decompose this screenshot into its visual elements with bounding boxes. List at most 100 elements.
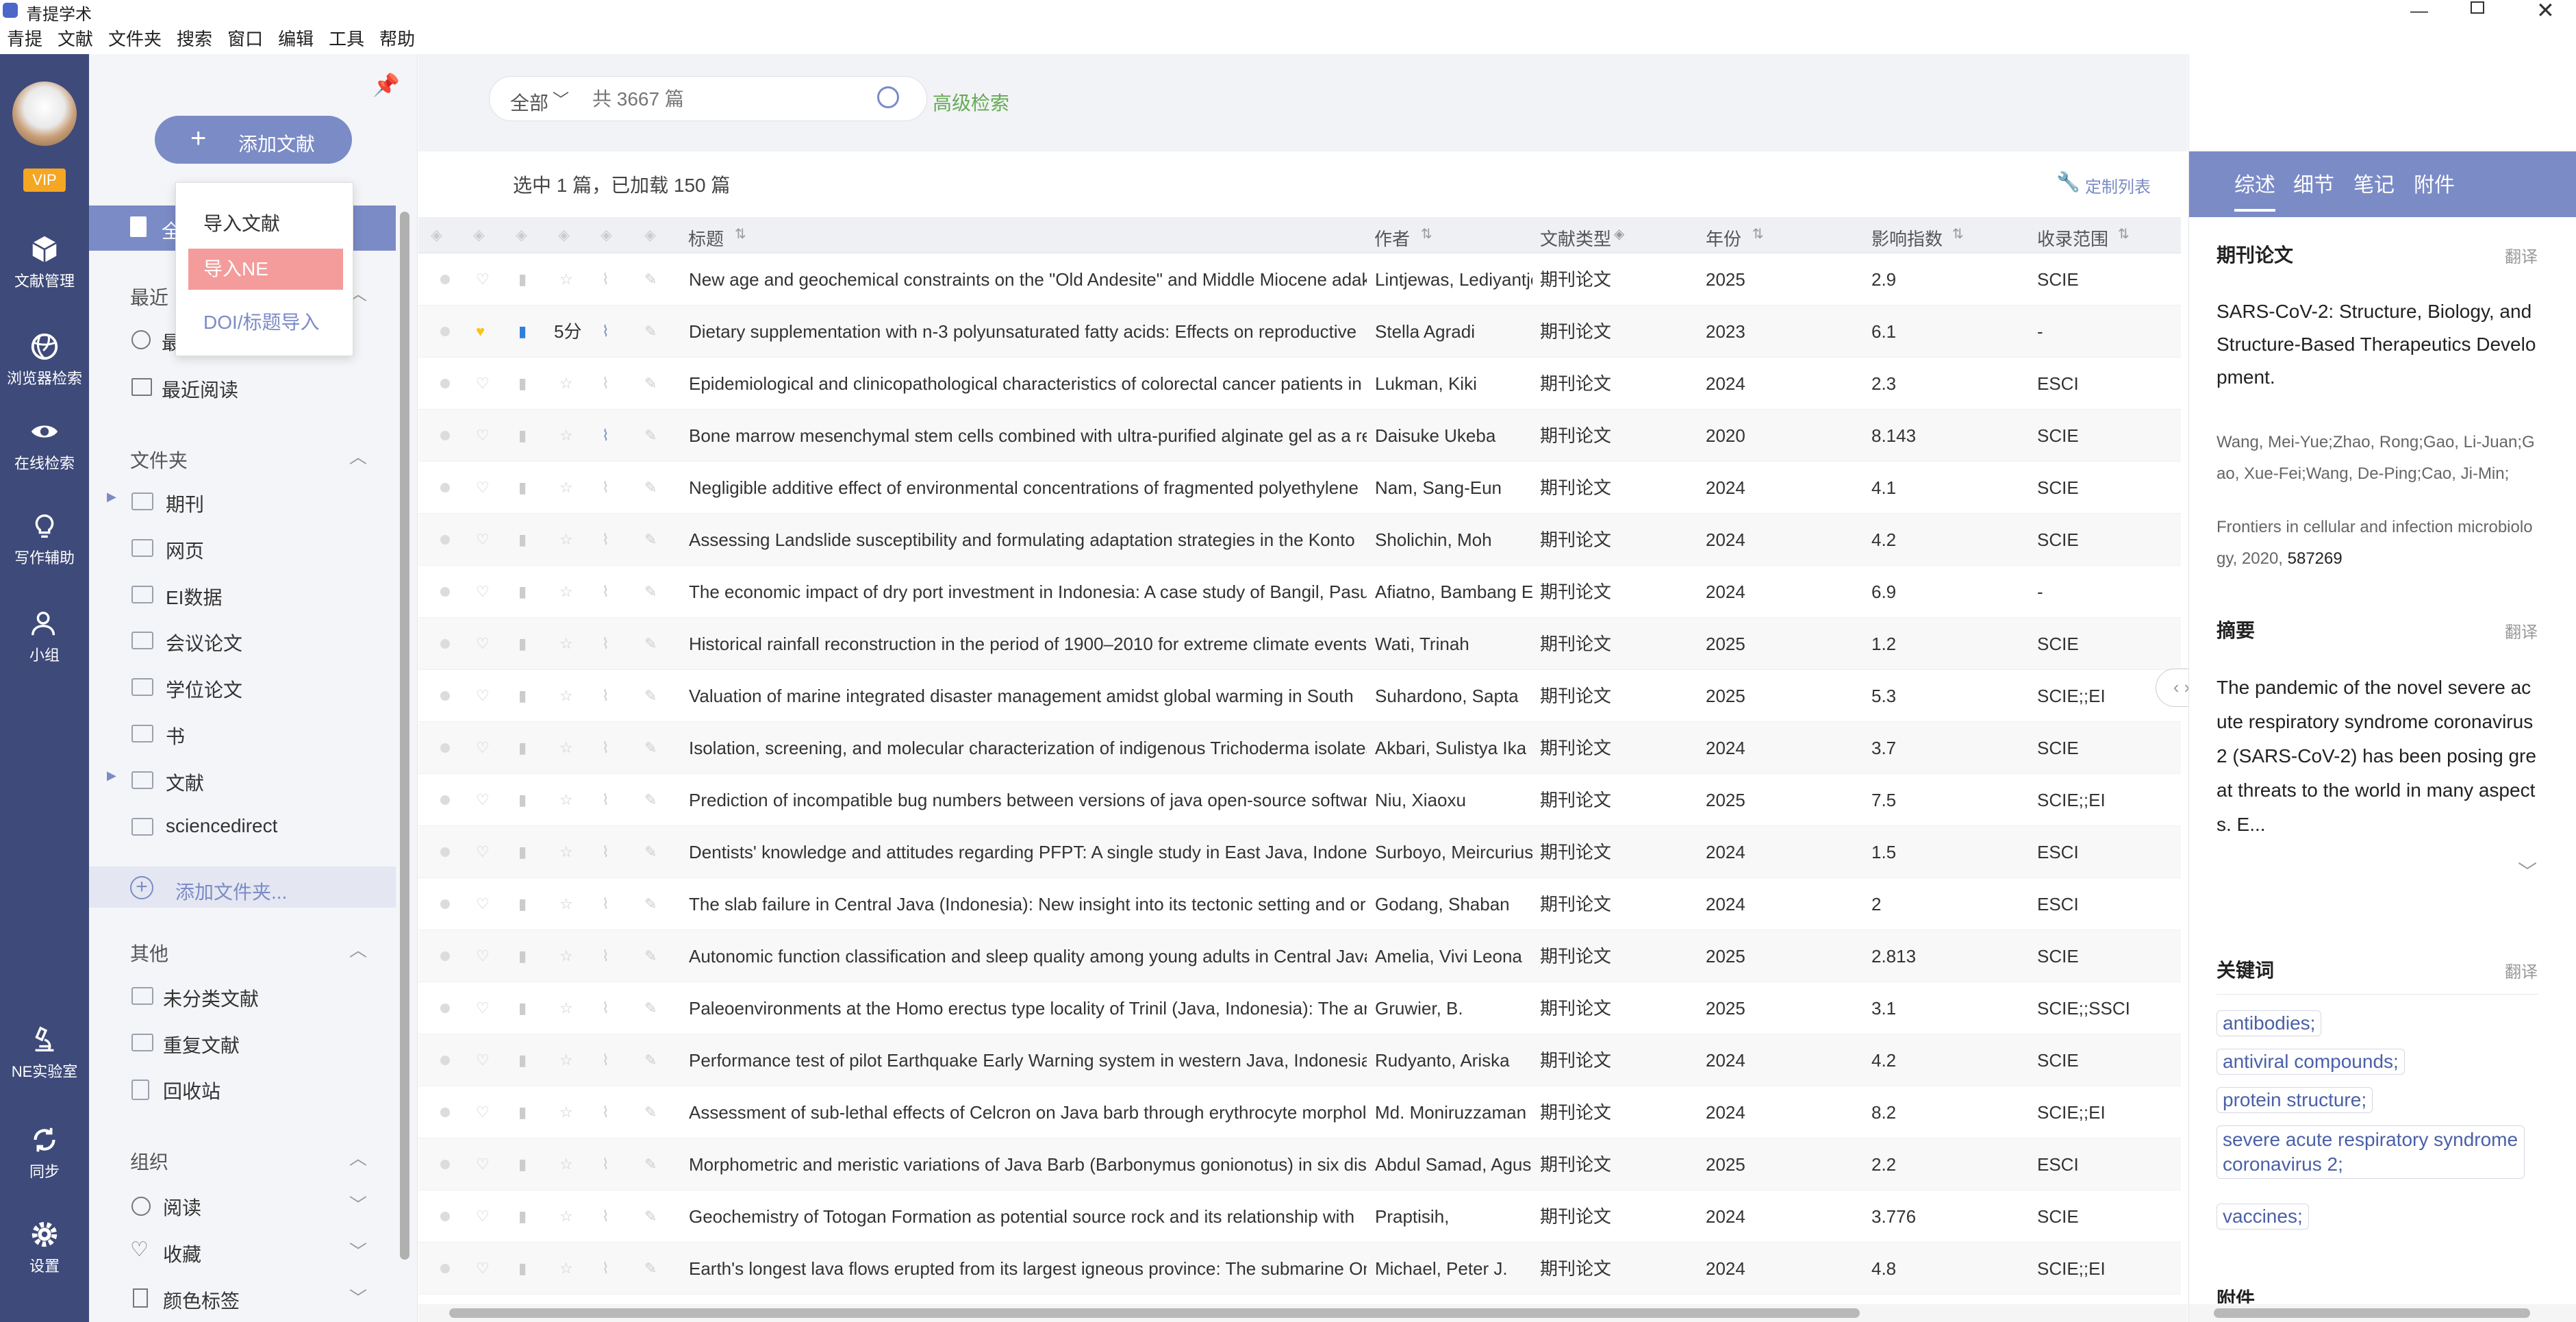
paperclip-icon[interactable]: ⌇ xyxy=(602,844,609,860)
translate-button[interactable]: 翻译 xyxy=(2505,619,2538,643)
pencil-icon[interactable]: ✎ xyxy=(644,584,657,600)
star-icon[interactable]: ☆ xyxy=(559,532,573,548)
paperclip-icon[interactable]: ⌇ xyxy=(602,1208,609,1225)
heart-icon[interactable]: ♡ xyxy=(476,688,490,704)
menu-window[interactable]: 窗口 xyxy=(227,25,263,51)
search-input[interactable] xyxy=(592,86,859,112)
sort-icon[interactable]: ⇅ xyxy=(1952,225,1964,242)
tab-details[interactable]: 细节 xyxy=(2293,168,2334,198)
row-title[interactable]: Dietary supplementation with n-3 polyuns… xyxy=(689,305,1367,358)
other-duplicates[interactable]: 重复文献 xyxy=(163,1031,240,1058)
heart-icon[interactable]: ♡ xyxy=(476,1208,490,1225)
read-status-icon[interactable] xyxy=(440,535,450,545)
row-title[interactable]: Isolation, screening, and molecular char… xyxy=(689,722,1367,774)
folder-sciencedirect[interactable]: sciencedirect xyxy=(166,815,277,837)
heart-icon[interactable]: ♡ xyxy=(476,584,490,600)
read-status-icon[interactable] xyxy=(440,691,450,701)
pencil-icon[interactable]: ✎ xyxy=(644,532,657,548)
org-color-tags[interactable]: 颜色标签 xyxy=(163,1286,240,1314)
close-icon[interactable]: ✕ xyxy=(2536,0,2555,23)
row-title[interactable]: Geochemistry of Totogan Formation as pot… xyxy=(689,1190,1367,1243)
bookmark-icon[interactable]: ▮ xyxy=(518,1260,527,1277)
customize-list-link[interactable]: 定制列表 xyxy=(2085,173,2151,197)
bookmark-icon[interactable]: ▮ xyxy=(518,479,527,496)
column-scope[interactable]: 收录范围 xyxy=(2037,225,2108,251)
keyword-tag[interactable]: protein structure; xyxy=(2217,1087,2373,1113)
paperclip-icon[interactable]: ⌇ xyxy=(602,532,609,548)
folder-section-title[interactable]: 文件夹 xyxy=(130,446,188,473)
star-icon[interactable]: ☆ xyxy=(559,427,573,444)
read-status-icon[interactable] xyxy=(440,639,450,649)
paperclip-icon[interactable]: ⌇ xyxy=(602,792,609,808)
heart-icon[interactable]: ♡ xyxy=(476,1000,490,1017)
add-literature-button[interactable]: + 添加文献 xyxy=(155,116,352,164)
pencil-icon[interactable]: ✎ xyxy=(644,479,657,496)
menu-folder[interactable]: 文件夹 xyxy=(108,25,162,51)
sort-icon[interactable]: ⇅ xyxy=(735,225,746,242)
read-status-icon[interactable] xyxy=(440,1160,450,1169)
folder-panel-scrollbar[interactable] xyxy=(400,212,409,1260)
expand-arrow-icon[interactable]: ▶ xyxy=(107,490,116,504)
star-icon[interactable]: ☆ xyxy=(559,271,573,288)
sort-icon[interactable]: ⇅ xyxy=(2118,225,2130,242)
star-icon[interactable]: ☆ xyxy=(559,375,573,392)
folder-journal[interactable]: 期刊 xyxy=(166,490,204,517)
pencil-icon[interactable]: ✎ xyxy=(644,1052,657,1069)
filter-icon[interactable]: ◈ xyxy=(1614,225,1624,242)
nav-browser-search[interactable]: 浏览器检索 xyxy=(0,331,89,388)
star-icon[interactable]: ☆ xyxy=(559,1000,573,1017)
pencil-icon[interactable]: ✎ xyxy=(644,271,657,288)
paperclip-icon[interactable]: ⌇ xyxy=(602,948,609,964)
menu-qingti[interactable]: 青提 xyxy=(7,25,42,51)
pencil-icon[interactable]: ✎ xyxy=(644,948,657,964)
table-row[interactable]: ♡ ▮ ☆ ⌇ ✎ Morphometric and meristic variation… xyxy=(418,1138,2181,1190)
table-row[interactable]: ♡ ▮ ☆ ⌇ ✎ Dentists' knowledge and attitudes r… xyxy=(418,826,2181,878)
read-status-icon[interactable] xyxy=(440,1056,450,1065)
collapse-icon[interactable]: ︿ xyxy=(349,1145,367,1170)
read-status-icon[interactable] xyxy=(440,327,450,336)
read-status-icon[interactable] xyxy=(440,951,450,961)
expand-arrow-icon[interactable]: ▶ xyxy=(107,769,116,783)
org-read[interactable]: 阅读 xyxy=(163,1193,201,1221)
heart-icon[interactable]: ♡ xyxy=(476,375,490,392)
nav-sync[interactable]: 同步 xyxy=(0,1124,89,1182)
star-icon[interactable]: ☆ xyxy=(559,584,573,600)
menu-edit[interactable]: 编辑 xyxy=(278,25,314,51)
read-status-icon[interactable] xyxy=(440,795,450,805)
folder-literature[interactable]: 文献 xyxy=(166,769,204,796)
table-row[interactable]: ♡ ▮ ☆ ⌇ ✎ Isolation, screening, and molecular… xyxy=(418,722,2181,774)
bookmark-icon[interactable]: ▮ xyxy=(518,948,527,964)
translate-button[interactable]: 翻译 xyxy=(2505,243,2538,267)
read-status-icon[interactable] xyxy=(440,847,450,857)
other-recycle-bin[interactable]: 回收站 xyxy=(163,1077,220,1104)
star-icon[interactable]: ☆ xyxy=(559,948,573,964)
other-section-title[interactable]: 其他 xyxy=(130,939,168,966)
bookmark-icon[interactable]: ▮ xyxy=(518,1208,527,1225)
read-status-icon[interactable] xyxy=(440,275,450,284)
rating-value[interactable]: 5分 xyxy=(554,305,595,358)
star-icon[interactable]: ☆ xyxy=(559,740,573,756)
read-status-icon[interactable] xyxy=(440,587,450,597)
read-status-icon[interactable] xyxy=(440,1212,450,1221)
dropdown-import-ne[interactable]: 导入NE xyxy=(188,249,343,290)
menu-help[interactable]: 帮助 xyxy=(379,25,415,51)
paperclip-icon[interactable]: ⌇ xyxy=(602,271,609,288)
note-column-icon[interactable]: ◈ xyxy=(644,227,656,243)
table-row[interactable]: ♡ ▮ ☆ ⌇ ✎ Assessing Landslide susceptibility … xyxy=(418,514,2181,566)
pencil-icon[interactable]: ✎ xyxy=(644,896,657,912)
nav-literature-management[interactable]: 文献管理 xyxy=(0,234,89,291)
tab-overview[interactable]: 综述 xyxy=(2234,168,2275,198)
row-title[interactable]: Historical rainfall reconstruction in th… xyxy=(689,618,1367,670)
paperclip-icon[interactable]: ⌇ xyxy=(602,636,609,652)
paperclip-icon[interactable]: ⌇ xyxy=(602,375,609,392)
pencil-icon[interactable]: ✎ xyxy=(644,323,657,340)
row-title[interactable]: Performance test of pilot Earthquake Ear… xyxy=(689,1034,1367,1086)
pencil-icon[interactable]: ✎ xyxy=(644,844,657,860)
heart-icon[interactable]: ♡ xyxy=(476,1156,490,1173)
paperclip-icon[interactable]: ⌇ xyxy=(602,584,609,600)
row-title[interactable]: Negligible additive effect of environmen… xyxy=(689,462,1367,514)
column-title[interactable]: 标题 xyxy=(688,225,724,251)
pencil-icon[interactable]: ✎ xyxy=(644,1000,657,1017)
row-title[interactable]: Autonomic function classification and sl… xyxy=(689,930,1367,982)
collapse-icon[interactable]: ︿ xyxy=(349,936,367,962)
